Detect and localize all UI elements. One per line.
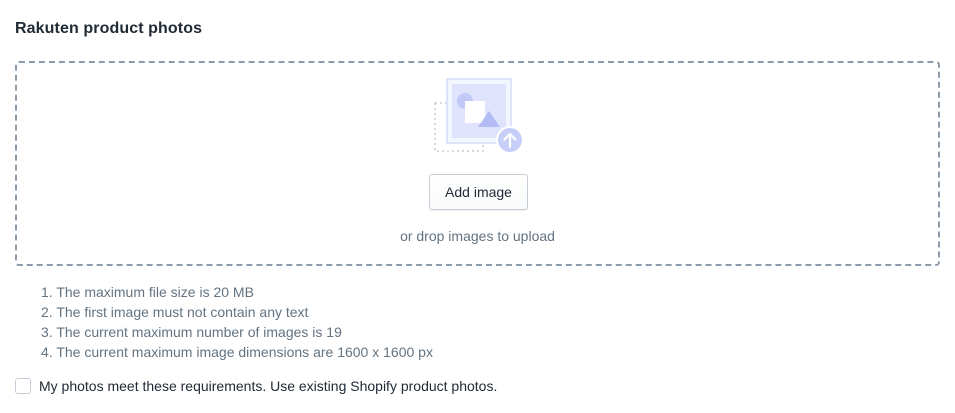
confirm-requirements-label[interactable]: My photos meet these requirements. Use e…: [39, 378, 497, 394]
section-title: Rakuten product photos: [15, 20, 203, 37]
requirements-list: 1. The maximum file size is 20 MB 2. The…: [41, 282, 433, 362]
requirement-item: 4. The current maximum image dimensions …: [41, 344, 433, 360]
confirm-requirements-row[interactable]: My photos meet these requirements. Use e…: [15, 378, 497, 394]
confirm-requirements-checkbox[interactable]: [15, 378, 31, 394]
requirement-item: 1. The maximum file size is 20 MB: [41, 284, 254, 300]
image-dropzone[interactable]: Add image or drop images to upload: [15, 61, 940, 266]
drop-hint-text: or drop images to upload: [400, 228, 555, 244]
requirement-item: 2. The first image must not contain any …: [41, 304, 309, 320]
add-image-button[interactable]: Add image: [429, 174, 528, 210]
image-upload-icon: [433, 77, 527, 157]
requirement-item: 3. The current maximum number of images …: [41, 324, 342, 340]
